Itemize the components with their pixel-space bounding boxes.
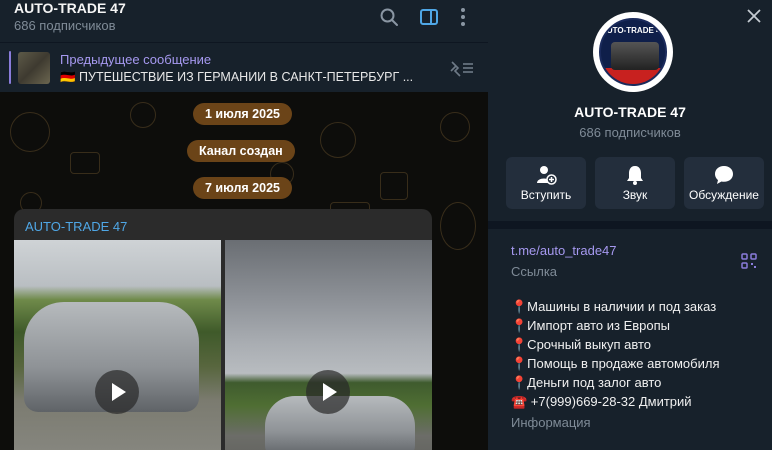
channel-title[interactable]: AUTO-TRADE 47 [14,0,126,16]
pinned-message-bar[interactable]: Предыдущее сообщение 🇩🇪 ПУТЕШЕСТВИЕ ИЗ Г… [0,42,488,92]
description-line: 📍Помощь в продаже автомобиля [511,356,720,371]
pinned-label: Предыдущее сообщение [60,52,212,67]
channel-subscribers: 686 подписчиков [579,125,681,140]
divider [488,221,772,229]
play-icon[interactable] [95,370,139,414]
channel-name: AUTO-TRADE 47 [574,104,686,120]
qr-code-icon[interactable] [741,253,757,269]
channel-logo: AUTO-TRADE 47 [599,18,667,86]
add-user-icon [537,166,557,185]
channel-subscribers: 686 подписчиков [14,18,116,33]
discussion-label: Обсуждение [689,188,759,202]
channel-description: 📍Машины в наличии и под заказ 📍Импорт ав… [511,297,761,411]
close-icon[interactable] [746,8,762,24]
pinned-text: 🇩🇪 ПУТЕШЕСТВИЕ ИЗ ГЕРМАНИИ В САНКТ-ПЕТЕР… [60,70,414,84]
bell-icon [627,166,643,185]
join-button[interactable]: Вступить [506,157,586,209]
pinned-indicator [9,51,11,84]
search-icon[interactable] [378,6,400,28]
sound-label: Звук [622,188,648,202]
video-thumbnail[interactable] [14,240,221,450]
join-label: Вступить [520,188,572,202]
info-caption: Информация [511,415,591,430]
discussion-button[interactable]: Обсуждение [684,157,764,209]
play-icon[interactable] [306,370,350,414]
channel-info-panel: AUTO-TRADE 47 AUTO-TRADE 47 686 подписчи… [488,0,772,450]
date-separator: 1 июля 2025 [193,103,292,125]
date-separator: 7 июля 2025 [193,177,292,199]
message-author[interactable]: AUTO-TRADE 47 [25,219,127,234]
sidebar-toggle-icon[interactable] [418,6,440,28]
logo-text: AUTO-TRADE 47 [601,26,665,35]
more-vertical-icon[interactable] [452,6,474,28]
sound-button[interactable]: Звук [595,157,675,209]
channel-created-label: Канал создан [187,140,295,162]
description-line: 📍Деньги под залог авто [511,375,662,390]
description-line: 📍Машины в наличии и под заказ [511,299,717,314]
channel-link[interactable]: t.me/auto_trade47 [511,243,617,258]
chat-area: AUTO-TRADE 47 686 подписчиков Предыдущее… [0,0,488,450]
message-bubble[interactable]: AUTO-TRADE 47 [14,209,432,450]
pinned-thumbnail [18,52,50,84]
chat-header[interactable]: AUTO-TRADE 47 686 подписчиков [0,0,488,42]
chat-bubble-icon [715,166,733,184]
pin-list-icon[interactable] [448,59,474,77]
video-thumbnail[interactable] [225,240,432,450]
description-line: 📍Импорт авто из Европы [511,318,671,333]
channel-avatar[interactable]: AUTO-TRADE 47 [593,12,673,92]
link-caption: Ссылка [511,264,558,279]
description-line: 📍Срочный выкуп авто [511,337,652,352]
description-line: ☎️ +7(999)669-28-32 Дмитрий [511,394,692,409]
